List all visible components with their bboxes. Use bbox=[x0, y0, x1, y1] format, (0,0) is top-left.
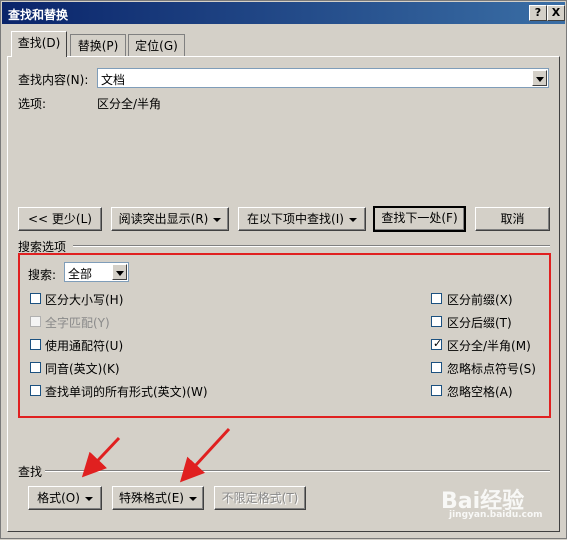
watermark-url: jingyan.baidu.com bbox=[449, 510, 543, 520]
tab-find[interactable]: 查找(D) bbox=[11, 31, 67, 57]
find-replace-dialog: 查找和替换 ? X 查找(D) 替换(P) 定位(G) 查找内容(N): 文档 … bbox=[0, 0, 567, 539]
arrow-icon bbox=[81, 436, 121, 478]
annotation-arrows bbox=[81, 427, 231, 483]
arrow-icon bbox=[179, 427, 231, 483]
